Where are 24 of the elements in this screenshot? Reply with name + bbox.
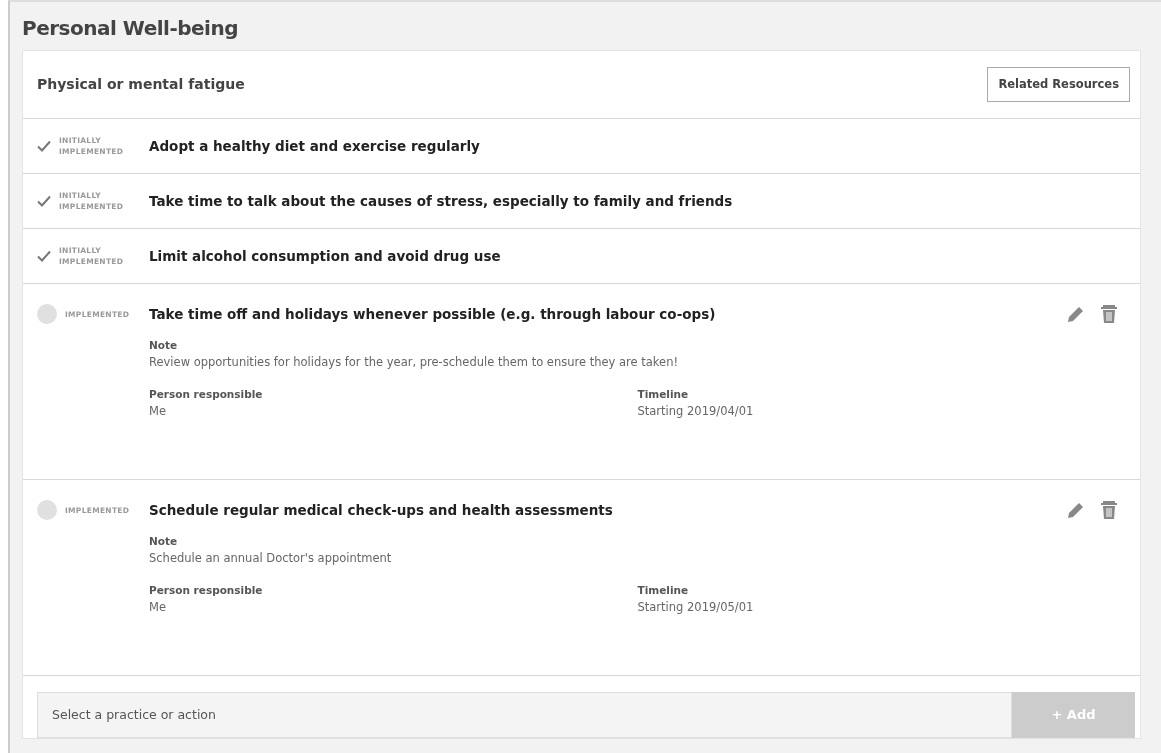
field-label: Timeline — [637, 583, 690, 599]
field-label: Person responsible — [149, 583, 264, 599]
timeline-value: Starting 2019/05/01 — [637, 599, 755, 616]
related-resources-button[interactable]: Related Resources — [987, 66, 1130, 103]
field-label: Timeline — [637, 387, 690, 403]
practice-title: Take time off and holidays whenever possible (e.g. through labour co-ops) — [149, 305, 717, 324]
delete-icon[interactable] — [1100, 304, 1118, 325]
note-label: Note — [149, 534, 179, 550]
practice-title: Take time to talk about the causes of stress, especially to family and friends — [149, 191, 734, 211]
practice-title: Schedule regular medical check-ups and health assessments — [149, 501, 614, 520]
page-title: Personal Well-being — [22, 16, 239, 40]
section-title: Physical or mental fatigue — [37, 75, 245, 94]
field-label: Person responsible — [149, 387, 264, 403]
edit-icon[interactable] — [1066, 304, 1084, 325]
note-label: Note — [149, 338, 179, 354]
note-text: Review opportunities for holidays for the year, pre-schedule them to ensure they are taken! — [149, 354, 680, 371]
note-text: Schedule an annual Doctor's appointment — [149, 550, 393, 567]
edit-icon[interactable] — [1066, 500, 1084, 521]
person-value: Me — [149, 599, 167, 616]
practice-title: Limit alcohol consumption and avoid drug use — [149, 246, 502, 266]
practice-title: Adopt a healthy diet and exercise regularly — [149, 136, 481, 156]
timeline-value: Starting 2019/04/01 — [637, 403, 755, 420]
person-value: Me — [149, 403, 167, 420]
delete-icon[interactable] — [1100, 500, 1118, 521]
